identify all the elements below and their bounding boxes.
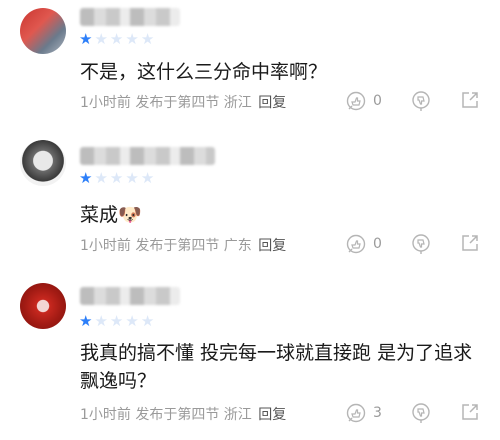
avatar[interactable] <box>20 140 66 186</box>
star-icon: ★ <box>94 30 108 48</box>
star-rating: ★ ★ ★ ★ ★ <box>79 313 154 329</box>
star-icon: ★ <box>140 169 155 187</box>
star-rating: ★ ★ ★ ★ ★ <box>79 31 154 47</box>
share-button[interactable] <box>460 233 480 253</box>
like-count: 0 <box>373 236 382 252</box>
star-icon: ★ <box>94 312 108 330</box>
comment-time-location: 1小时前 发布于第四节 广东 <box>80 238 252 254</box>
comment-text: 菜成🐶 <box>80 204 142 226</box>
star-icon: ★ <box>109 30 124 48</box>
username-blurred[interactable] <box>80 287 180 305</box>
dislike-button[interactable] <box>410 233 432 255</box>
thumb-down-circle-icon <box>410 90 432 112</box>
share-icon <box>460 90 480 110</box>
avatar[interactable] <box>20 8 66 54</box>
comment-item: ★ ★ ★ ★ ★ 不是，这什么三分命中率啊？ 1小时前 发布于第四节 浙江 回… <box>0 0 500 130</box>
star-icon: ★ <box>109 169 124 187</box>
star-icon: ★ <box>79 169 93 187</box>
like-button[interactable]: 0 <box>345 233 382 255</box>
reply-button[interactable]: 回复 <box>258 407 286 423</box>
reply-button[interactable]: 回复 <box>258 238 286 254</box>
comment-time-location: 1小时前 发布于第四节 浙江 <box>80 407 252 423</box>
thumb-down-circle-icon <box>410 402 432 424</box>
share-icon <box>460 402 480 422</box>
like-button[interactable]: 3 <box>345 402 382 424</box>
thumb-up-circle-icon <box>345 90 367 112</box>
star-icon: ★ <box>140 312 155 330</box>
comment-text: 我真的搞不懂 投完每一球就直接跑 是为了追求飘逸吗？ <box>80 342 473 392</box>
thumb-up-circle-icon <box>345 402 367 424</box>
comment-time-location: 1小时前 发布于第四节 浙江 <box>80 95 252 111</box>
share-icon <box>460 233 480 253</box>
comment-text: 不是，这什么三分命中率啊？ <box>80 61 328 83</box>
comment-meta: 1小时前 发布于第四节 广东 回复 <box>80 236 286 256</box>
like-button[interactable]: 0 <box>345 90 382 112</box>
star-icon: ★ <box>140 30 155 48</box>
reply-button[interactable]: 回复 <box>258 95 286 111</box>
thumb-up-circle-icon <box>345 233 367 255</box>
dislike-button[interactable] <box>410 402 432 424</box>
star-icon: ★ <box>79 30 93 48</box>
like-count: 0 <box>373 93 382 109</box>
share-button[interactable] <box>460 90 480 110</box>
star-rating: ★ ★ ★ ★ ★ <box>79 170 154 186</box>
dislike-button[interactable] <box>410 90 432 112</box>
star-icon: ★ <box>125 312 139 330</box>
share-button[interactable] <box>460 402 480 422</box>
comment-meta: 1小时前 发布于第四节 浙江 回复 <box>80 405 286 425</box>
like-count: 3 <box>373 405 382 421</box>
star-icon: ★ <box>94 169 108 187</box>
star-icon: ★ <box>125 30 139 48</box>
star-icon: ★ <box>79 312 93 330</box>
star-icon: ★ <box>125 169 139 187</box>
comment-item: ★ ★ ★ ★ ★ 菜成🐶 1小时前 发布于第四节 广东 回复 0 <box>0 135 500 275</box>
avatar[interactable] <box>20 283 66 329</box>
username-blurred[interactable] <box>80 147 215 165</box>
username-blurred[interactable] <box>80 8 180 26</box>
star-icon: ★ <box>109 312 124 330</box>
comment-meta: 1小时前 发布于第四节 浙江 回复 <box>80 93 286 113</box>
comment-item: ★ ★ ★ ★ ★ 我真的搞不懂 投完每一球就直接跑 是为了追求飘逸吗？ 1小时… <box>0 275 500 440</box>
thumb-down-circle-icon <box>410 233 432 255</box>
